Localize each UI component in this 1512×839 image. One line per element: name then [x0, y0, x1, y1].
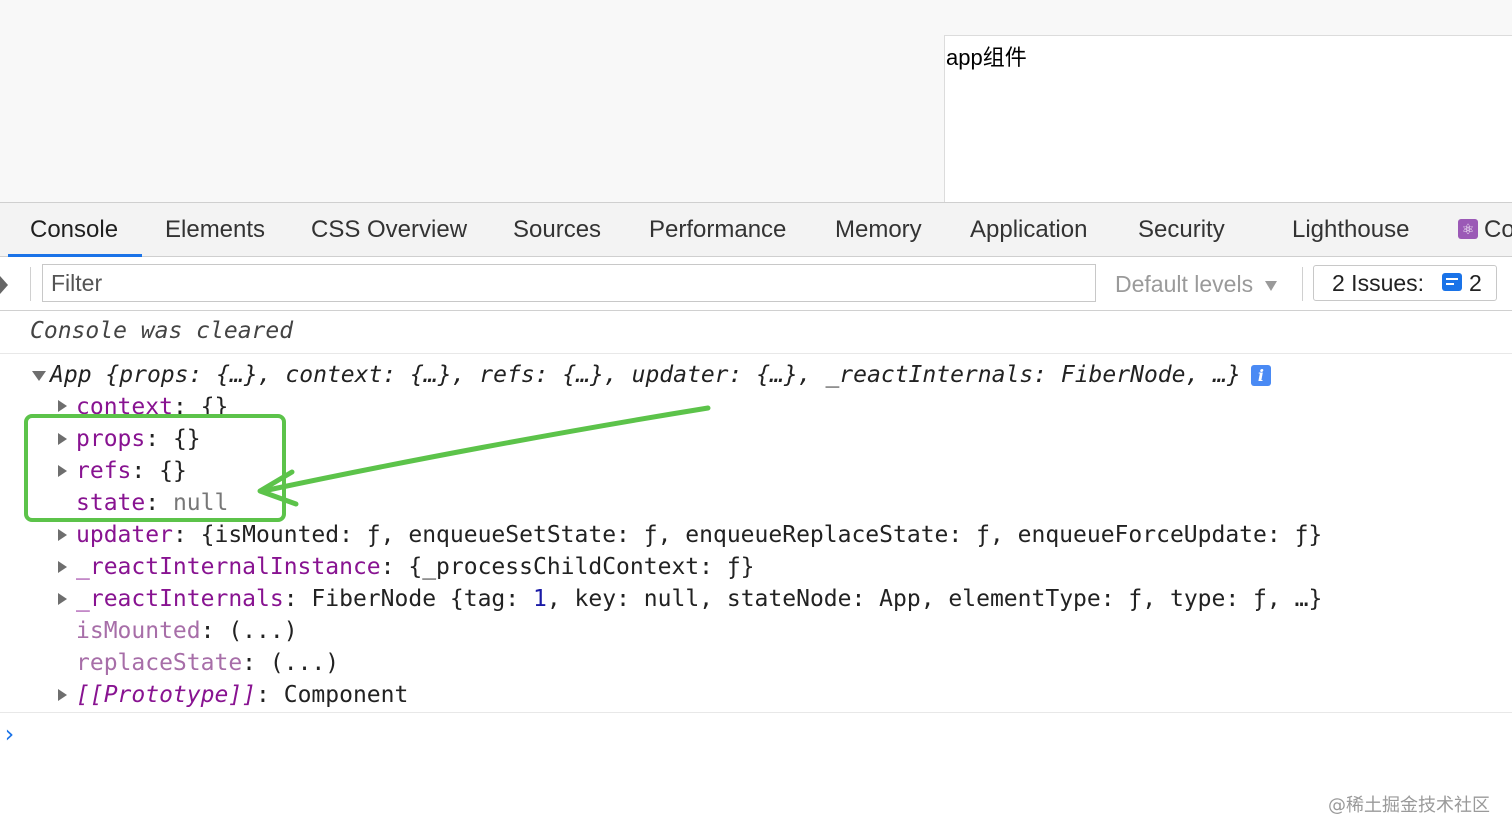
devtools-tab-bar: Console Elements CSS Overview Sources Pe… — [0, 202, 1512, 257]
toolbar-divider — [30, 267, 31, 301]
property-value: (...) — [228, 618, 298, 644]
sidebar-toggle-icon[interactable] — [0, 276, 8, 294]
property-key: context — [76, 394, 173, 414]
watermark: @稀土掘金技术社区 — [1328, 795, 1490, 816]
info-icon[interactable]: i — [1250, 365, 1271, 386]
tab-security[interactable]: Security — [1138, 203, 1225, 257]
property-replace-state[interactable]: replaceState: (...) — [76, 648, 339, 678]
console-prompt-icon[interactable]: › — [2, 720, 16, 748]
tab-sources[interactable]: Sources — [513, 203, 601, 257]
tab-css-overview[interactable]: CSS Overview — [311, 203, 467, 257]
expand-toggle-icon[interactable] — [58, 561, 67, 573]
property-updater[interactable]: updater: {isMounted: ƒ, enqueueSetState:… — [76, 520, 1322, 550]
expand-toggle-icon[interactable] — [58, 689, 67, 701]
expand-toggle-icon[interactable] — [58, 593, 67, 605]
toolbar-divider — [1302, 267, 1303, 301]
issues-label: 2 Issues: — [1332, 270, 1425, 296]
property-value: (...) — [269, 650, 340, 676]
property-separator: : — [256, 682, 284, 708]
property-separator: : — [380, 554, 409, 580]
property-value: {isMounted: ƒ, enqueueSetState: ƒ, enque… — [200, 522, 1323, 548]
tab-lighthouse[interactable]: Lighthouse — [1292, 203, 1409, 257]
property-key: replaceState — [76, 650, 243, 676]
expand-toggle-icon[interactable] — [32, 371, 46, 381]
react-icon: ⚛ — [1458, 218, 1478, 239]
expand-toggle-icon[interactable] — [58, 400, 67, 412]
annotation-highlight-box — [24, 414, 286, 522]
property-separator: : — [172, 394, 201, 414]
property-key: [[Prototype]] — [76, 682, 257, 708]
dropdown-arrow-icon — [1265, 280, 1278, 291]
property-prototype[interactable]: [[Prototype]]: Component — [76, 680, 408, 710]
issues-count: 2 — [1469, 270, 1482, 296]
tab-performance[interactable]: Performance — [649, 203, 786, 257]
property-separator: : — [242, 650, 270, 676]
default-levels-label: Default levels — [1115, 271, 1254, 297]
property-value: Component — [283, 682, 409, 708]
object-summary: {props: {…}, context: {…}, refs: {…}, up… — [105, 362, 1241, 388]
tab-memory[interactable]: Memory — [835, 203, 922, 257]
property-separator: : — [200, 618, 229, 644]
tab-console[interactable]: Console — [7, 203, 143, 257]
object-name: App — [50, 362, 92, 388]
filter-input[interactable] — [42, 264, 1096, 302]
property-react-internal-instance[interactable]: _reactInternalInstance: {_processChildCo… — [76, 552, 755, 582]
console-message: Console was cleared — [0, 311, 1512, 354]
property-value-number: 1 — [532, 586, 547, 612]
issues-icon — [1442, 273, 1462, 291]
issues-button[interactable]: 2 Issues: 2 — [1313, 265, 1497, 301]
divider — [0, 712, 1512, 713]
property-is-mounted[interactable]: isMounted: (...) — [76, 616, 298, 646]
property-value: {} — [200, 394, 229, 414]
property-value: FiberNode {tag: — [311, 586, 533, 612]
tab-elements[interactable]: Elements — [165, 203, 265, 257]
property-key: _reactInternals — [76, 586, 284, 612]
property-value: , key: null, stateNode: App, elementType… — [546, 586, 1323, 612]
app-component-frame: app组件 — [944, 35, 1512, 202]
object-preview-app[interactable]: App {props: {…}, context: {…}, refs: {…}… — [50, 360, 1271, 390]
expand-toggle-icon[interactable] — [58, 529, 67, 541]
console-output: Console was cleared App {props: {…}, con… — [0, 311, 1512, 839]
property-separator: : — [172, 522, 201, 548]
tab-react-components-label: Co — [1484, 216, 1512, 243]
property-key: updater — [76, 522, 173, 548]
tab-application[interactable]: Application — [970, 203, 1087, 257]
property-react-internals[interactable]: _reactInternals: FiberNode {tag: 1, key:… — [76, 584, 1322, 614]
property-key: isMounted — [76, 618, 201, 644]
console-cleared-text: Console was cleared — [30, 318, 294, 344]
property-separator: : — [283, 586, 312, 612]
console-filter-bar: Default levels 2 Issues: 2 — [0, 257, 1512, 311]
app-component-text: app组件 — [946, 45, 1027, 70]
page-viewport: app组件 — [0, 0, 1512, 202]
property-context[interactable]: context: {} — [76, 392, 228, 414]
default-levels-dropdown[interactable]: Default levels — [1115, 257, 1278, 311]
property-key: _reactInternalInstance — [76, 554, 381, 580]
tab-react-components[interactable]: ⚛ Co — [1458, 203, 1512, 257]
property-value: {_processChildContext: ƒ} — [408, 554, 755, 580]
